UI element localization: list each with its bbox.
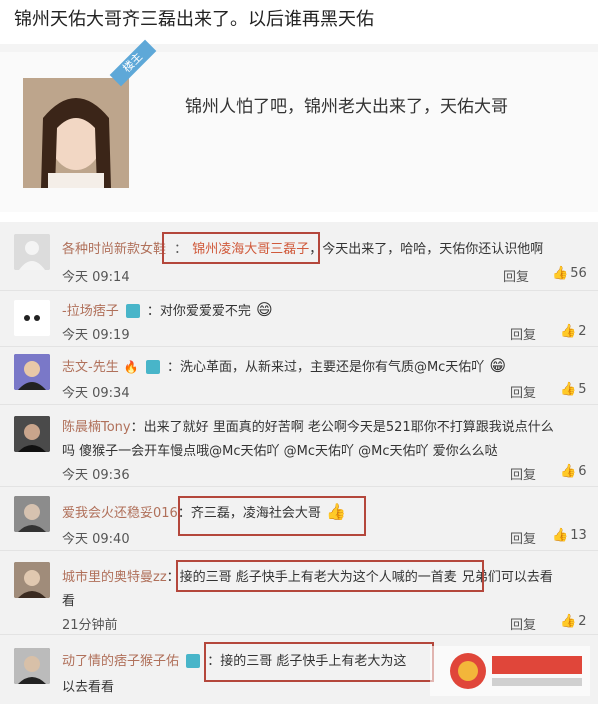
- username[interactable]: 动了情的痞子猴子佑: [62, 654, 179, 669]
- like-button[interactable]: 👍 13: [552, 528, 587, 543]
- like-button[interactable]: 👍 2: [560, 614, 586, 629]
- thumbs-up-icon: 👍: [560, 382, 577, 397]
- username[interactable]: 各种时尚新款女鞋: [62, 242, 166, 257]
- comment-text: ：对你爱爱爱不完: [146, 304, 251, 319]
- highlight-box: [162, 232, 320, 264]
- like-count: 2: [578, 614, 587, 629]
- divider: [0, 290, 598, 291]
- vip-icon: [186, 653, 201, 668]
- thumbs-up-icon: 👍: [552, 528, 569, 543]
- divider: [0, 486, 598, 487]
- vip-icon: [145, 359, 160, 374]
- username[interactable]: 爱我会火还稳妥016: [62, 506, 178, 521]
- timestamp: 今天 09:14: [62, 270, 130, 285]
- thumbs-up-icon: 👍: [560, 464, 577, 479]
- user-photo-icon: [14, 496, 50, 532]
- vip-icon: [125, 303, 140, 318]
- like-button[interactable]: 👍 56: [552, 266, 587, 281]
- reply-button[interactable]: 回复: [510, 614, 536, 633]
- like-count: 2: [578, 324, 587, 339]
- timestamp: 今天 09:36: [62, 468, 130, 483]
- like-count: 13: [570, 528, 587, 543]
- avatar[interactable]: [14, 354, 50, 390]
- comment-text: ，今天出来了，哈哈，天佑你还认识他啊: [309, 242, 544, 257]
- reply-button[interactable]: 回复: [510, 464, 536, 483]
- user-photo-icon: [14, 562, 50, 598]
- comment-text: ：洗心革面，从新来过，主要还是你有气质@Mc天佑吖: [166, 360, 485, 375]
- divider: [0, 404, 598, 405]
- avatar[interactable]: [14, 416, 50, 452]
- divider: [0, 634, 598, 635]
- list-item: 陈晨楠Tony：出来了就好 里面真的好苦啊 老公啊今天是521耶你不打算跟我说点…: [0, 406, 598, 483]
- avatar[interactable]: [14, 496, 50, 532]
- comment-list: 各种时尚新款女鞋 ： 锦州凌海大哥三磊子，今天出来了，哈哈，天佑你还认识他啊 今…: [0, 222, 598, 704]
- user-photo-icon: [14, 354, 50, 390]
- post-text: 锦州人怕了吧，锦州老大出来了，天佑大哥: [185, 97, 508, 117]
- like-count: 56: [570, 266, 587, 281]
- timestamp: 今天 09:34: [62, 386, 130, 401]
- username[interactable]: 陈晨楠Tony: [62, 420, 131, 435]
- divider: [0, 550, 598, 551]
- emoji-avatar-icon: [14, 300, 50, 336]
- reply-button[interactable]: 回复: [503, 266, 529, 285]
- avatar-photo-icon: [23, 78, 129, 188]
- thumbs-up-icon: 👍: [560, 614, 577, 629]
- reply-button[interactable]: 回复: [510, 382, 536, 401]
- user-photo-icon: [14, 648, 50, 684]
- page-title: 锦州天佑大哥齐三磊出来了。以后谁再黑天佑: [0, 0, 598, 40]
- username[interactable]: 城市里的奥特曼zz: [62, 570, 167, 585]
- avatar[interactable]: [23, 78, 129, 188]
- comment-text-continued: 以去看看: [62, 680, 115, 695]
- username[interactable]: 志文-先生: [62, 360, 119, 375]
- like-button[interactable]: 👍 2: [560, 324, 586, 339]
- grin-emoji-icon: 😁: [489, 356, 507, 375]
- avatar[interactable]: [14, 234, 50, 270]
- watermark-logo-icon: [430, 646, 590, 696]
- comment-text-continued: 吗 傻猴子一会开车慢点哦@Mc天佑吖 @Mc天佑吖 @Mc天佑吖 爱你么么哒: [62, 444, 498, 459]
- avatar[interactable]: [14, 300, 50, 336]
- username[interactable]: -拉场痞子: [62, 304, 119, 319]
- divider: [0, 346, 598, 347]
- user-photo-icon: [14, 416, 50, 452]
- like-button[interactable]: 👍 6: [560, 464, 586, 479]
- comment-text: ：出来了就好 里面真的好苦啊 老公啊今天是521耶你不打算跟我说点什么: [130, 420, 554, 435]
- thumbs-up-icon: 👍: [560, 324, 577, 339]
- highlight-box: [176, 560, 484, 592]
- comment-text-continued: 看: [62, 594, 76, 609]
- like-count: 6: [578, 464, 587, 479]
- avatar[interactable]: [14, 648, 50, 684]
- like-button[interactable]: 👍 5: [560, 382, 586, 397]
- timestamp: 21分钟前: [62, 618, 118, 633]
- avatar[interactable]: [14, 562, 50, 598]
- thumbs-up-icon: 👍: [552, 266, 569, 281]
- default-avatar-icon: [14, 234, 50, 270]
- timestamp: 今天 09:40: [62, 532, 130, 547]
- reply-button[interactable]: 回复: [510, 324, 536, 343]
- fire-badge-icon: 🔥: [123, 360, 139, 374]
- list-item: 志文-先生 🔥 ：洗心革面，从新来过，主要还是你有气质@Mc天佑吖 😁 今天 0…: [0, 348, 598, 402]
- laughing-emoji-icon: 😄: [256, 300, 273, 319]
- list-item: -拉场痞子 ：对你爱爱爱不完 😄 今天 09:19 回复 👍 2: [0, 292, 598, 344]
- reply-button[interactable]: 回复: [510, 528, 536, 547]
- highlight-box: [204, 642, 434, 682]
- divider: [0, 44, 598, 52]
- highlight-box: [178, 496, 366, 536]
- like-count: 5: [578, 382, 587, 397]
- timestamp: 今天 09:19: [62, 328, 130, 343]
